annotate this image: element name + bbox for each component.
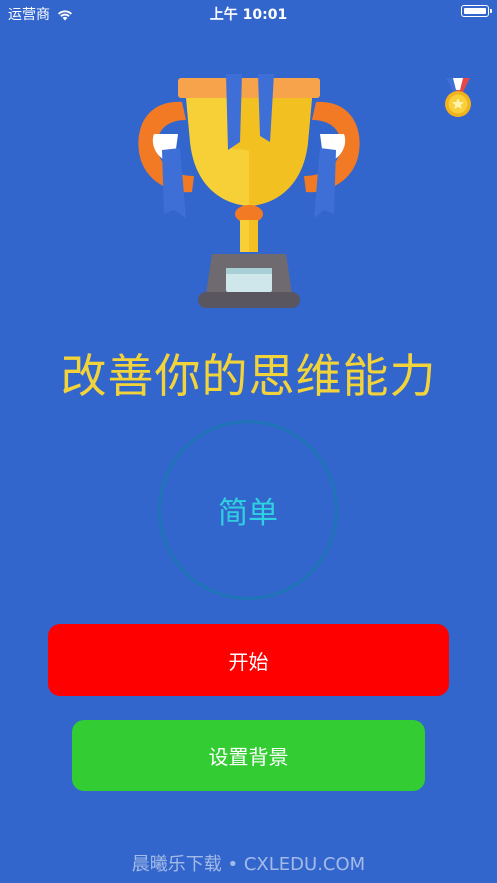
trophy-image bbox=[138, 74, 360, 308]
status-bar: 运营商 上午 10:01 bbox=[0, 0, 497, 26]
status-right bbox=[461, 5, 492, 17]
difficulty-selector[interactable]: 简单 bbox=[158, 420, 338, 600]
start-button[interactable]: 开始 bbox=[48, 624, 449, 696]
status-time: 上午 10:01 bbox=[209, 7, 288, 23]
difficulty-label: 简单 bbox=[218, 496, 278, 531]
battery-icon bbox=[461, 5, 492, 17]
page-title: 改善你的思维能力 bbox=[60, 349, 437, 403]
start-button-label: 开始 bbox=[228, 649, 269, 674]
medal-icon[interactable] bbox=[440, 76, 476, 120]
watermark: 晨曦乐下载 • CXLEDU.COM bbox=[131, 854, 366, 875]
set-background-button[interactable]: 设置背景 bbox=[72, 720, 425, 791]
set-background-button-label: 设置背景 bbox=[208, 745, 289, 769]
